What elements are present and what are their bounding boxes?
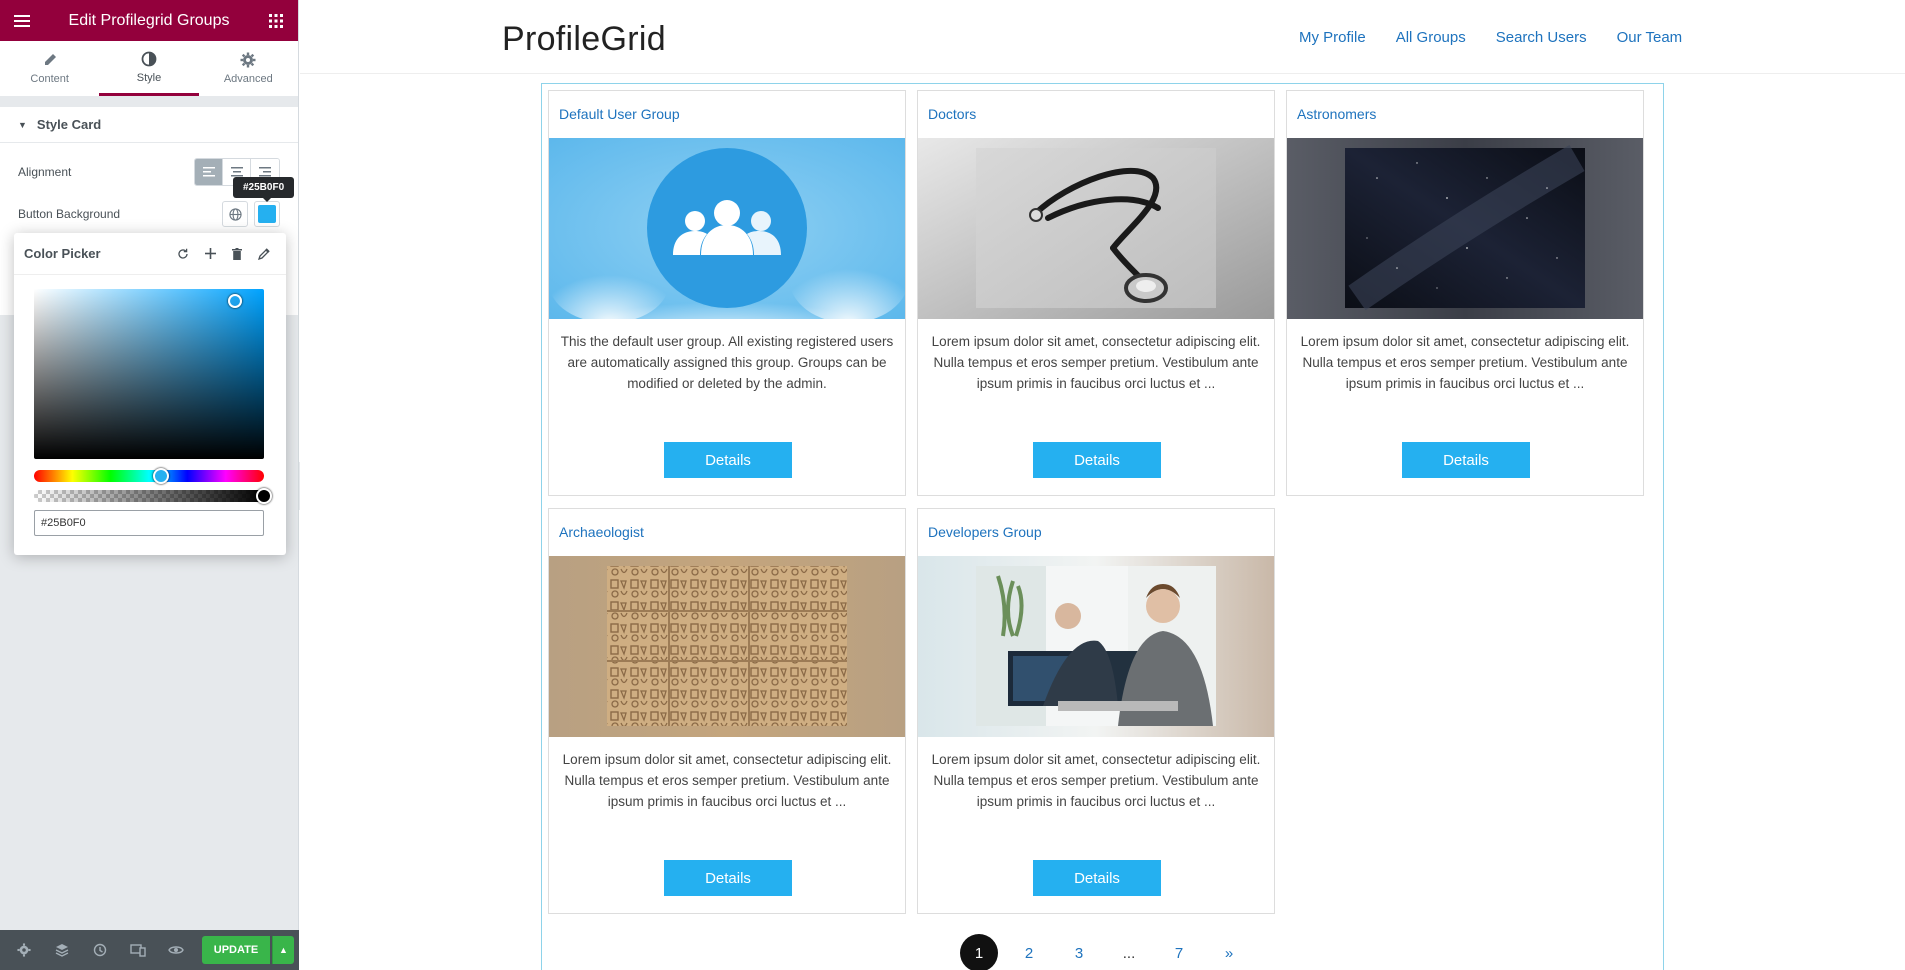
opacity-slider[interactable]	[34, 488, 272, 504]
layers-icon[interactable]	[44, 930, 80, 970]
tab-content-label: Content	[30, 73, 69, 85]
responsive-icon[interactable]	[120, 930, 156, 970]
group-image-astronomers	[1287, 138, 1643, 319]
eyedropper-icon[interactable]	[252, 242, 276, 266]
reset-icon[interactable]	[171, 242, 195, 266]
next-page-link[interactable]: »	[1204, 935, 1254, 970]
apps-grid-icon[interactable]	[266, 11, 286, 31]
tab-content[interactable]: Content	[0, 41, 99, 96]
align-left-button[interactable]	[195, 159, 223, 185]
group-card: Default User Group This the default user…	[548, 90, 906, 496]
group-image-developers	[918, 556, 1274, 737]
site-preview: ProfileGrid My Profile All Groups Search…	[300, 0, 1905, 970]
tab-style[interactable]: Style	[99, 41, 199, 96]
update-options-caret-icon[interactable]: ▲	[272, 936, 294, 964]
globe-icon	[228, 207, 242, 221]
site-logo[interactable]: ProfileGrid	[502, 20, 666, 59]
page-link[interactable]: 7	[1154, 935, 1204, 970]
group-description: Lorem ipsum dolor sit amet, consectetur …	[562, 752, 892, 809]
group-details-button[interactable]: Details	[1402, 442, 1530, 478]
section-style-card[interactable]: ▼ Style Card	[0, 107, 298, 143]
hue-handle[interactable]	[153, 468, 169, 484]
color-picker-tools	[171, 242, 276, 266]
tab-advanced-label: Advanced	[223, 73, 273, 85]
alignment-label: Alignment	[18, 165, 72, 179]
group-details-button[interactable]: Details	[1033, 860, 1161, 896]
history-icon[interactable]	[82, 930, 118, 970]
nav-my-profile[interactable]: My Profile	[1299, 29, 1366, 46]
page-current: 1	[960, 934, 998, 970]
page-ellipsis: ...	[1122, 944, 1136, 962]
group-title[interactable]: Doctors	[928, 106, 976, 122]
saturation-handle[interactable]	[228, 294, 242, 308]
panel-tabs: Content Style Advanced	[0, 41, 298, 97]
group-details-button[interactable]: Details	[664, 442, 792, 478]
page-link[interactable]: 2	[1004, 935, 1054, 970]
site-header: ProfileGrid My Profile All Groups Search…	[300, 0, 1905, 74]
group-image-default	[549, 138, 905, 319]
group-details-button[interactable]: Details	[1033, 442, 1161, 478]
panel-title: Edit Profilegrid Groups	[68, 11, 230, 29]
group-title[interactable]: Developers Group	[928, 524, 1042, 540]
align-right-icon	[259, 167, 271, 177]
group-card: Developers Group Lorem ipsum dolor sit a…	[917, 508, 1275, 914]
nav-our-team[interactable]: Our Team	[1617, 29, 1683, 46]
global-colors-button[interactable]	[222, 201, 248, 227]
color-picker-popup: Color Picker	[14, 233, 286, 555]
align-center-icon	[230, 167, 243, 177]
panel-footer: UPDATE ▲	[0, 930, 299, 970]
trash-icon[interactable]	[225, 242, 249, 266]
nav-all-groups[interactable]: All Groups	[1396, 29, 1466, 46]
hue-slider[interactable]	[34, 468, 264, 484]
hex-color-input[interactable]	[34, 510, 264, 536]
pencil-icon	[44, 54, 56, 65]
saturation-value-area[interactable]	[34, 289, 264, 459]
half-circle-icon	[141, 51, 157, 66]
group-details-button[interactable]: Details	[664, 860, 792, 896]
preview-eye-icon[interactable]	[158, 930, 194, 970]
group-card: Archaeologist Lorem ipsum dolor sit amet…	[548, 508, 906, 914]
tab-style-label: Style	[136, 71, 162, 84]
pagination: 1 2 3 ... 7 »	[960, 934, 1254, 970]
color-picker-header: Color Picker	[14, 233, 286, 275]
page-link[interactable]: 3	[1054, 935, 1104, 970]
group-description: Lorem ipsum dolor sit amet, consectetur …	[1300, 334, 1630, 391]
group-card: Doctors Lorem ipsum dolor sit amet, cons…	[917, 90, 1275, 496]
group-description: Lorem ipsum dolor sit amet, consectetur …	[931, 752, 1261, 809]
gear-icon	[240, 52, 256, 68]
site-nav: My Profile All Groups Search Users Our T…	[1299, 29, 1682, 46]
group-title[interactable]: Archaeologist	[559, 524, 644, 540]
align-left-icon	[202, 167, 215, 177]
update-button[interactable]: UPDATE	[202, 936, 270, 964]
color-swatch-fill	[258, 205, 276, 223]
button-background-control: Button Background	[18, 193, 280, 235]
group-card: Astronomers Lorem ipsum dolor sit amet, …	[1286, 90, 1644, 496]
color-tooltip: #25B0F0	[233, 177, 295, 202]
hamburger-menu-icon[interactable]	[12, 11, 32, 31]
button-background-actions	[222, 201, 280, 227]
groups-grid-widget: Default User Group This the default user…	[541, 83, 1664, 970]
add-icon[interactable]	[198, 242, 222, 266]
button-background-label: Button Background	[18, 207, 121, 221]
color-picker-title: Color Picker	[24, 246, 101, 261]
caret-down-icon: ▼	[18, 119, 27, 130]
group-title[interactable]: Astronomers	[1297, 106, 1376, 122]
tab-advanced[interactable]: Advanced	[199, 41, 298, 96]
group-description: Lorem ipsum dolor sit amet, consectetur …	[931, 334, 1261, 391]
section-title: Style Card	[36, 117, 102, 132]
group-image-archaeologist	[549, 556, 905, 737]
group-image-doctors	[918, 138, 1274, 319]
opacity-handle[interactable]	[256, 488, 272, 504]
group-description: This the default user group. All existin…	[560, 334, 894, 391]
group-title[interactable]: Default User Group	[559, 106, 680, 122]
nav-search-users[interactable]: Search Users	[1496, 29, 1587, 46]
settings-icon[interactable]	[6, 930, 42, 970]
panel-header: Edit Profilegrid Groups	[0, 0, 298, 41]
